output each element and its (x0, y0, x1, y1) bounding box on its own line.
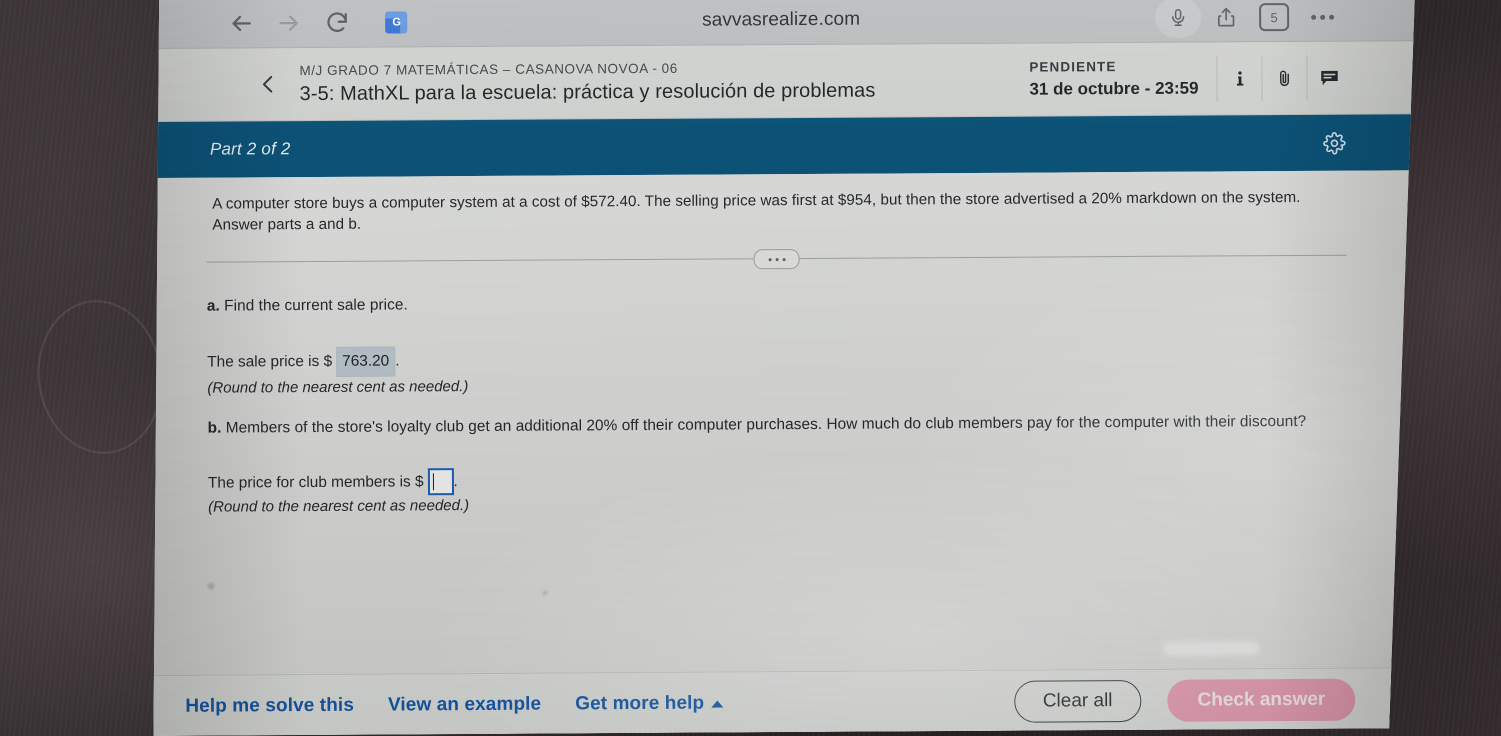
check-answer-button[interactable]: Check answer (1167, 679, 1355, 722)
screen-dust-speck (208, 583, 215, 590)
part-a-label: a. (206, 297, 220, 315)
footer-button-group: Clear all Check answer (1014, 678, 1420, 722)
assignment-header: M/J GRADO 7 MATEMÁTICAS – CASANOVA NOVOA… (149, 41, 1415, 122)
due-date: 31 de octubre - 23:59 (1029, 78, 1199, 99)
view-an-example-link[interactable]: View an example (388, 694, 541, 717)
fabric-texture-ring (27, 292, 173, 462)
settings-gear-button[interactable] (1323, 131, 1416, 155)
reload-icon[interactable] (317, 3, 357, 43)
part-a-answer-prefix: The sale price is $ (207, 352, 333, 371)
part-b-answer-prefix: The price for club members is $ (207, 472, 424, 492)
browser-nav-buttons: G (149, 2, 407, 44)
header-icon-group (1216, 54, 1415, 101)
microphone-icon[interactable] (1155, 0, 1201, 38)
ellipsis-expander-button[interactable] (754, 249, 800, 269)
get-more-help-link[interactable]: Get more help (575, 693, 723, 716)
comment-icon[interactable] (1306, 55, 1351, 101)
part-b-answer-suffix: . (453, 472, 458, 490)
assignment-title: 3-5: MathXL para la escuela: práctica y … (299, 79, 876, 106)
address-bar[interactable]: savvasrealize.com (407, 7, 1155, 34)
share-icon[interactable] (1203, 0, 1249, 38)
browser-right-controls: 5 (1155, 0, 1415, 38)
help-me-solve-this-link[interactable]: Help me solve this (185, 695, 354, 718)
url-text: savvasrealize.com (702, 8, 861, 31)
paperclip-icon[interactable] (1261, 55, 1306, 101)
part-a-question: a. Find the current sale price. (207, 289, 1347, 318)
screen-dust-speck (543, 591, 548, 596)
problem-body: A computer store buys a computer system … (150, 170, 1419, 736)
forward-icon[interactable] (269, 3, 309, 43)
part-a-question-text: Find the current sale price. (224, 296, 408, 315)
part-b-label: b. (207, 419, 222, 437)
due-block: PENDIENTE 31 de octubre - 23:59 (1029, 57, 1202, 102)
help-link-group: Help me solve this View an example Get m… (153, 693, 723, 718)
assignment-titles: M/J GRADO 7 MATEMÁTICAS – CASANOVA NOVOA… (291, 57, 1029, 108)
status-badge: PENDIENTE (1029, 59, 1117, 75)
clear-all-button[interactable]: Clear all (1014, 680, 1142, 723)
part-b-question-text: Members of the store's loyalty club get … (225, 412, 1307, 437)
problem-footer: Help me solve this View an example Get m… (153, 667, 1419, 736)
translate-icon[interactable]: G (385, 11, 407, 33)
question-answer-area: a. Find the current sale price. The sale… (151, 264, 1418, 519)
screen-glare-smudge (1163, 641, 1259, 656)
part-indicator-bar: Part 2 of 2 (150, 114, 1416, 178)
tablet-screen: G savvasrealize.com 5 M/J GRADO 7 MATEMÁ (149, 0, 1419, 736)
part-label: Part 2 of 2 (209, 139, 291, 159)
part-a-answer-suffix: . (395, 352, 400, 370)
get-more-help-label: Get more help (575, 692, 705, 715)
caret-up-icon (711, 700, 723, 707)
part-a-answer-input[interactable]: 763.20 (336, 347, 395, 377)
more-options-icon[interactable] (1299, 0, 1345, 37)
tab-count-label: 5 (1259, 3, 1289, 31)
back-chevron-icon[interactable] (149, 73, 291, 96)
part-b-answer-input[interactable] (427, 468, 453, 495)
problem-stem: A computer store buys a computer system … (212, 188, 1301, 234)
info-icon[interactable] (1216, 55, 1261, 101)
tab-count-button[interactable]: 5 (1251, 0, 1297, 37)
back-icon[interactable] (221, 3, 261, 43)
